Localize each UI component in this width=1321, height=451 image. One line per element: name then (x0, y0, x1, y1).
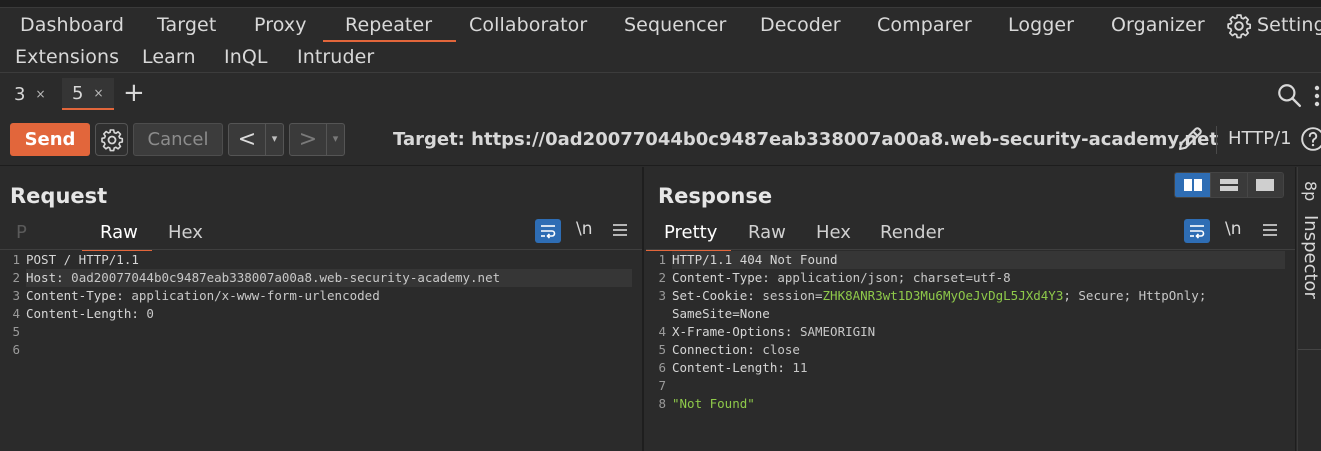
inspector-toggle-icon[interactable]: 8p (1301, 181, 1320, 201)
nav-target[interactable]: Target (157, 14, 216, 36)
request-title: Request (10, 184, 108, 208)
rows-icon (1219, 179, 1238, 191)
editor-line: 8 "Not Found" (658, 396, 755, 411)
tab-render[interactable]: Render (880, 222, 944, 243)
send-button[interactable]: Send (10, 123, 90, 156)
cancel-button[interactable]: Cancel (133, 123, 223, 156)
gear-icon[interactable] (1226, 13, 1252, 39)
history-back-button[interactable]: < ▾ (228, 123, 284, 156)
layout-toggle (1174, 172, 1284, 198)
nav-collaborator[interactable]: Collaborator (469, 14, 587, 36)
hamburger-menu-icon[interactable] (612, 222, 628, 238)
editor-line: 7 (658, 378, 666, 393)
nav-proxy[interactable]: Proxy (254, 14, 307, 36)
request-panel: Request P Raw Hex \n 1 POST / HTTP/1.1 2… (0, 167, 644, 451)
editor-line: 5 Connection: close (658, 342, 800, 357)
response-panel: Response Pretty Raw Hex Render \n 1 HTTP… (645, 167, 1296, 451)
response-title: Response (658, 184, 773, 208)
show-newlines-button[interactable]: \n (576, 219, 593, 239)
nav-repeater[interactable]: Repeater (322, 14, 457, 42)
request-settings-button[interactable] (95, 123, 128, 156)
nav-inql[interactable]: InQL (224, 46, 268, 68)
show-newlines-button[interactable]: \n (1225, 219, 1242, 239)
nav-settings[interactable]: Settings (1257, 14, 1321, 36)
editor-line: 6 Content-Length: 11 (658, 360, 808, 375)
chevron-down-icon[interactable]: ▾ (326, 124, 344, 155)
tab-pretty[interactable]: Pretty (645, 222, 732, 251)
layout-side-by-side-button[interactable] (1175, 173, 1211, 197)
repeater-toolbar: Send Cancel < ▾ > ▾ Target: https://0ad2… (0, 114, 1321, 166)
editor-line: 1 HTTP/1.1 404 Not Found (646, 251, 1295, 269)
main-nav: Dashboard Target Proxy Repeater Collabor… (0, 8, 1321, 73)
columns-icon (1183, 179, 1202, 191)
editor-line: 3 Set-Cookie: session=ZHK8ANR3wt1D3Mu6My… (658, 288, 1207, 303)
nav-logger[interactable]: Logger (1008, 14, 1074, 36)
nav-dashboard[interactable]: Dashboard (20, 14, 124, 36)
repeater-tab-3[interactable]: 3 × (4, 78, 56, 110)
layout-stacked-button[interactable] (1210, 173, 1247, 197)
tab-hex[interactable]: Hex (168, 222, 203, 243)
editor-line: 5 (12, 324, 20, 339)
tab-raw[interactable]: Raw (748, 222, 786, 243)
word-wrap-button[interactable] (535, 219, 561, 243)
close-icon[interactable]: × (35, 87, 45, 101)
editor-line: 3 Content-Type: application/x-www-form-u… (12, 288, 380, 303)
toolbar-divider (1216, 126, 1217, 154)
inspector-sidebar[interactable]: 8p Inspector (1297, 167, 1321, 451)
hamburger-menu-icon[interactable] (1262, 222, 1278, 238)
add-tab-icon[interactable]: + (123, 78, 145, 108)
nav-learn[interactable]: Learn (142, 46, 196, 68)
tab-hex[interactable]: Hex (816, 222, 851, 243)
wrap-icon (541, 225, 556, 239)
request-editor[interactable]: 1 POST / HTTP/1.1 2 Host: 0ad20077044b0c… (0, 251, 642, 451)
close-icon[interactable]: × (93, 86, 103, 100)
more-options-icon[interactable] (1313, 84, 1321, 108)
editor-line: 6 (12, 342, 20, 357)
chevron-right-icon[interactable]: > (290, 125, 326, 155)
repeater-tabs: 3 × 5 × + (0, 74, 1321, 114)
history-forward-button[interactable]: > ▾ (289, 123, 345, 156)
tab-divider (646, 249, 1295, 250)
tab-raw[interactable]: Raw (82, 222, 152, 251)
inspector-divider (1298, 349, 1321, 350)
chevron-down-icon[interactable]: ▾ (265, 124, 283, 155)
layout-tabs-button[interactable] (1246, 173, 1283, 197)
gear-icon (100, 128, 123, 151)
nav-organizer[interactable]: Organizer (1111, 14, 1205, 36)
editor-line: 1 POST / HTTP/1.1 (12, 252, 139, 267)
window-top-strip (0, 0, 1321, 8)
nav-intruder[interactable]: Intruder (297, 46, 374, 68)
nav-decoder[interactable]: Decoder (760, 14, 841, 36)
editor-line: 4 Content-Length: 0 (12, 306, 154, 321)
word-wrap-button[interactable] (1184, 219, 1210, 243)
response-editor[interactable]: 1 HTTP/1.1 404 Not Found 2 Content-Type:… (646, 251, 1295, 451)
nav-comparer[interactable]: Comparer (877, 14, 972, 36)
wrap-icon (1190, 225, 1205, 239)
editor-line: 2 Host: 0ad20077044b0c9487eab338007a00a8… (0, 269, 642, 287)
help-icon[interactable] (1300, 126, 1321, 152)
editor-line: 2 Content-Type: application/json; charse… (658, 270, 1011, 285)
tab-label: 3 (14, 83, 26, 105)
repeater-tab-5[interactable]: 5 × (62, 78, 114, 110)
chevron-left-icon[interactable]: < (229, 125, 265, 155)
pencil-icon[interactable] (1175, 124, 1205, 154)
http-version[interactable]: HTTP/1 (1228, 128, 1292, 149)
single-pane-icon (1256, 179, 1275, 191)
inspector-label[interactable]: Inspector (1300, 215, 1321, 299)
session-cookie-value: ZHK8ANR3wt1D3Mu6MyOeJvDgL5JXd4Y3 (822, 288, 1064, 303)
editor-line: 4 X-Frame-Options: SAMEORIGIN (658, 324, 876, 339)
nav-extensions[interactable]: Extensions (15, 46, 119, 68)
target-url: Target: https://0ad20077044b0c9487eab338… (393, 129, 1218, 150)
editor-line-continuation: SameSite=None (672, 306, 770, 321)
search-icon[interactable] (1276, 82, 1302, 108)
tab-label: 5 (72, 82, 84, 104)
nav-sequencer[interactable]: Sequencer (624, 14, 726, 36)
tab-pretty[interactable]: P (16, 222, 27, 243)
tab-divider (0, 249, 642, 250)
